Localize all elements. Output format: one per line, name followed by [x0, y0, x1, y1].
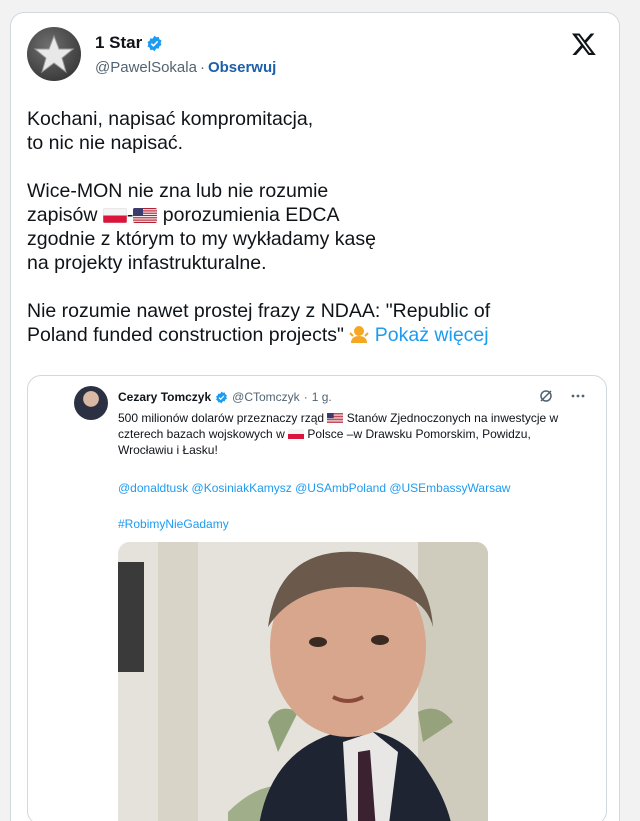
text-fragment: porozumienia EDCA — [157, 204, 340, 226]
more-options-icon[interactable] — [570, 388, 586, 404]
tweet-card: 1 Star @PawelSokala · Obserwuj Kochani, na… — [10, 12, 620, 821]
video-thumbnail-person — [118, 542, 488, 821]
text-line: Kochani, napisać kompromitacja, — [27, 108, 314, 130]
verified-badge-icon — [215, 391, 228, 404]
quoted-tweet-mentions[interactable]: @donaldtusk @KosiniakKamysz @USAmbPoland… — [118, 481, 510, 495]
poland-flag-icon — [102, 208, 127, 223]
text-line: Nie rozumie nawet prostej frazy z NDAA: … — [27, 300, 491, 322]
tweet-text: Kochani, napisać kompromitacja, to nic n… — [27, 107, 607, 347]
separator-dot: · — [303, 390, 308, 404]
usa-flag-icon — [327, 413, 344, 423]
text-fragment: Poland funded construction projects" — [27, 324, 350, 346]
author-handle-line: @PawelSokala · Obserwuj — [95, 59, 276, 76]
quoted-author-handle[interactable]: @CTomczyk — [232, 390, 300, 404]
quoted-author-name[interactable]: Cezary Tomczyk — [118, 390, 211, 404]
person-shrugging-emoji-icon — [349, 324, 370, 344]
tweet-paragraph-1: Kochani, napisać kompromitacja, to nic n… — [27, 107, 607, 155]
poland-flag-icon — [288, 429, 305, 439]
author-name-text[interactable]: 1 Star — [95, 33, 142, 53]
author-handle[interactable]: @PawelSokala — [95, 59, 197, 76]
grok-icon[interactable] — [538, 388, 554, 404]
text-line: Poland funded construction projects" Pok… — [27, 323, 607, 347]
usa-flag-icon — [133, 208, 158, 223]
star-icon — [34, 34, 74, 74]
quoted-tweet-text: 500 milionów dolarów przeznaczy rząd Sta… — [118, 410, 588, 458]
text-line: to nic nie napisać. — [27, 132, 184, 154]
tweet-paragraph-2: Wice-MON nie zna lub nie rozumie zapisów… — [27, 179, 607, 275]
separator-dot: · — [199, 59, 205, 76]
quoted-tweet[interactable]: Cezary Tomczyk @CTomczyk · 1 g. 500 mili… — [27, 375, 607, 821]
quoted-tweet-header: Cezary Tomczyk @CTomczyk · 1 g. — [118, 390, 332, 404]
author-name[interactable]: 1 Star — [95, 33, 163, 53]
quoted-tweet-hashtag[interactable]: #RobimyNieGadamy — [118, 517, 229, 531]
quoted-author-avatar[interactable] — [74, 386, 108, 420]
verified-badge-icon — [146, 35, 163, 52]
follow-button[interactable]: Obserwuj — [208, 59, 276, 76]
tweet-paragraph-3: Nie rozumie nawet prostej frazy z NDAA: … — [27, 299, 607, 347]
text-line: zapisów - porozumienia EDCA — [27, 203, 607, 227]
author-avatar[interactable] — [27, 27, 81, 81]
show-more-link[interactable]: Pokaż więcej — [375, 324, 489, 346]
text-fragment: zapisów — [27, 204, 103, 226]
x-logo-icon[interactable] — [571, 31, 597, 57]
quoted-tweet-video[interactable] — [118, 542, 488, 821]
text-line: Wice-MON nie zna lub nie rozumie — [27, 180, 329, 202]
text-fragment: 500 milionów dolarów przeznaczy rząd — [118, 411, 328, 425]
text-line: na projekty infastrukturalne. — [27, 252, 267, 274]
text-line: zgodnie z którym to my wykładamy kasę — [27, 228, 376, 250]
quoted-tweet-actions — [538, 388, 586, 404]
quoted-tweet-time[interactable]: 1 g. — [312, 390, 332, 404]
